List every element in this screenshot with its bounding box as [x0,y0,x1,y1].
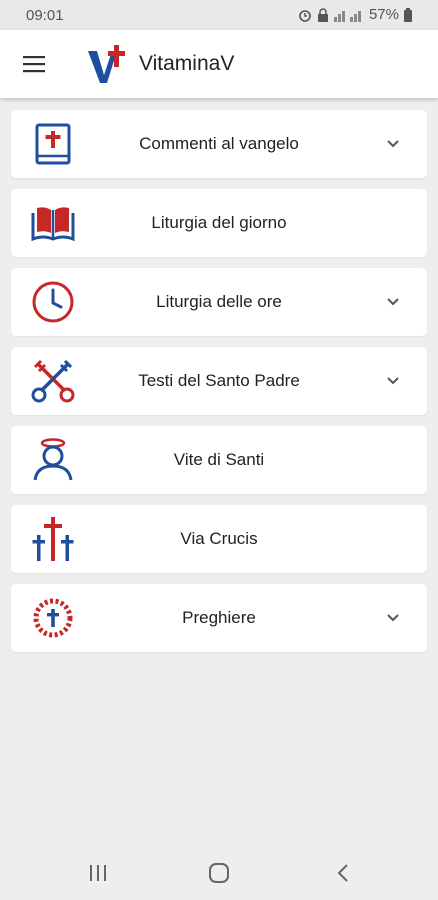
battery-percent: 57% [368,6,399,23]
menu-list: Commenti al vangelo Liturgia del giorno … [0,110,438,663]
rosary-icon [33,598,73,638]
recent-apps-icon [90,865,106,881]
app-bar: VitaminaV [0,30,438,98]
back-icon [337,864,348,882]
menu-item-label: Liturgia del giorno [151,213,287,232]
battery-icon [404,7,412,22]
back-button[interactable] [330,860,356,886]
recent-apps-button[interactable] [85,860,111,886]
signal-icon [333,8,364,22]
chevron-down-icon[interactable] [385,136,401,152]
chevron-down-icon[interactable] [385,373,401,389]
lock-icon [317,7,329,22]
three-crosses-icon [32,517,74,561]
menu-item-label: Preghiere [182,608,256,627]
status-time: 09:01 [26,7,64,24]
hamburger-icon [23,56,45,73]
app-title: VitaminaV [139,52,235,75]
menu-item-commenti-al-vangelo[interactable]: Commenti al vangelo [11,110,427,178]
bible-icon [35,123,71,165]
menu-item-label: Commenti al vangelo [139,134,299,153]
menu-button[interactable] [18,50,50,78]
menu-item-label: Vite di Santi [173,450,265,469]
menu-item-label: Testi del Santo Padre [138,371,300,390]
vitaminav-logo [88,45,125,83]
menu-item-via-crucis[interactable]: Via Crucis [11,505,427,573]
menu-item-preghiere[interactable]: Preghiere [11,584,427,652]
status-icons: 57% [298,6,412,23]
menu-item-label: Via Crucis [180,529,258,548]
open-book-icon [31,207,75,242]
chevron-down-icon[interactable] [385,294,401,310]
home-icon [209,863,229,883]
saint-halo-icon [33,438,73,481]
crossed-keys-icon [31,359,75,403]
menu-item-testi-del-santo-padre[interactable]: Testi del Santo Padre [11,347,427,415]
menu-item-vite-di-santi[interactable]: Vite di Santi [11,426,427,494]
menu-item-liturgia-delle-ore[interactable]: Liturgia delle ore [11,268,427,336]
alarm-icon [298,8,312,22]
status-bar: 09:01 57% [0,0,438,30]
chevron-down-icon[interactable] [385,610,401,626]
menu-item-liturgia-del-giorno[interactable]: Liturgia del giorno [11,189,427,257]
system-nav-bar [0,846,438,900]
clock-icon [32,281,74,323]
menu-item-label: Liturgia delle ore [156,292,282,311]
home-button[interactable] [206,860,232,886]
